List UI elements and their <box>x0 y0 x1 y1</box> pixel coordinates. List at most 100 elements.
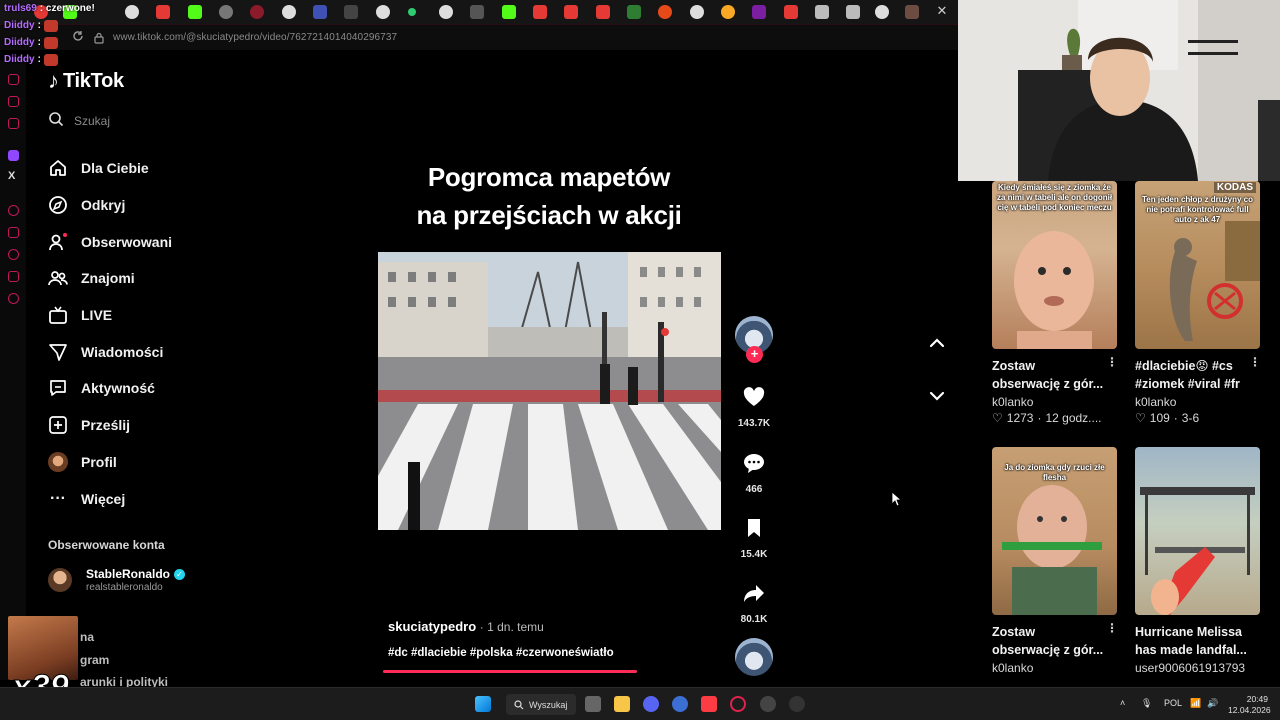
video-thumbnail[interactable]: Ja do ziomka gdy rzuci złe flesha <box>992 447 1117 615</box>
video-thumbnail[interactable]: Ten jeden chłop z drużyny co nie potrafi… <box>1135 181 1260 349</box>
like-button[interactable]: 143.7K <box>734 387 774 429</box>
app-icon[interactable] <box>8 205 19 216</box>
bag-icon[interactable] <box>8 74 19 85</box>
sidebar-item-obserwowani[interactable]: Obserwowani <box>48 223 172 260</box>
app-icon[interactable] <box>8 227 19 238</box>
twitch-icon[interactable] <box>8 150 19 161</box>
recommended-video-user[interactable]: k0lanko <box>1135 395 1261 409</box>
tab-favicon-icon[interactable] <box>502 5 516 19</box>
tab-favicon-icon[interactable] <box>219 5 233 19</box>
tab-favicon-icon[interactable] <box>596 5 610 19</box>
video-author[interactable]: skuciatypedro · 1 dn. temu <box>388 619 544 634</box>
close-icon[interactable]: ✕ <box>934 3 950 21</box>
microphone-icon[interactable]: 🎙 <box>1141 698 1152 709</box>
sidebar-footer-link[interactable]: gram <box>80 653 109 667</box>
tab-favicon-icon[interactable] <box>250 5 264 19</box>
windows-start-icon[interactable] <box>475 696 491 712</box>
tab-favicon-icon[interactable] <box>156 5 170 19</box>
gear-icon[interactable] <box>8 293 19 304</box>
recommended-video-user[interactable]: k0lanko <box>992 661 1118 675</box>
tab-favicon-icon[interactable] <box>627 5 641 19</box>
tab-favicon-icon[interactable] <box>313 5 327 19</box>
music-icon[interactable] <box>701 696 717 712</box>
tab-favicon-icon[interactable] <box>344 5 358 19</box>
tab-favicon-icon[interactable] <box>470 5 484 19</box>
tab-favicon-icon[interactable] <box>408 8 416 16</box>
tab-favicon-icon[interactable] <box>752 5 766 19</box>
sidebar-item-wiadomosci[interactable]: Wiadomości <box>48 333 172 370</box>
sidebar-item-znajomi[interactable]: Znajomi <box>48 260 172 297</box>
tab-favicon-icon[interactable] <box>658 5 672 19</box>
sidebar-footer-link[interactable]: na <box>80 630 94 644</box>
tab-favicon-icon[interactable] <box>533 5 547 19</box>
share-button[interactable]: 80.1K <box>734 583 774 625</box>
search-box[interactable]: Szukaj <box>48 110 208 132</box>
input-language[interactable]: POL <box>1164 698 1182 708</box>
lock-icon[interactable] <box>94 31 104 44</box>
chevron-down-icon[interactable] <box>927 386 947 406</box>
tab-favicon-icon[interactable] <box>721 5 735 19</box>
tab-favicon-icon[interactable] <box>815 5 829 19</box>
tab-favicon-icon[interactable] <box>905 5 919 19</box>
video-thumbnail[interactable] <box>1135 447 1260 615</box>
chat-message: Diiddy: <box>4 17 95 34</box>
video-thumbnail[interactable]: Kiedy śmiałeś się z ziomka że za nimi w … <box>992 181 1117 349</box>
tiktok-logo[interactable]: ♪ TikTok <box>48 68 124 94</box>
tab-favicon-icon[interactable] <box>125 5 139 19</box>
sidebar-item-profil[interactable]: Profil <box>48 444 172 481</box>
recommended-video[interactable]: Ja do ziomka gdy rzuci złe flesha Zostaw… <box>992 447 1118 675</box>
taskbar-search[interactable]: Wyszukaj <box>506 694 576 715</box>
sidebar-item-dla-ciebie[interactable]: Dla Ciebie <box>48 150 172 187</box>
profile-icon <box>48 451 68 472</box>
task-view-icon[interactable] <box>585 696 601 712</box>
sidebar-item-odkryj[interactable]: Odkryj <box>48 187 172 224</box>
more-options-icon[interactable]: ⋮ <box>1106 355 1118 369</box>
sidebar-item-wiecej[interactable]: ··· Więcej <box>48 480 172 517</box>
file-explorer-icon[interactable] <box>614 696 630 712</box>
sound-disc-avatar[interactable] <box>735 638 773 676</box>
video-progress-bar[interactable] <box>383 670 637 673</box>
system-clock[interactable]: 20:49 12.04.2026 <box>1228 694 1271 716</box>
video-player[interactable] <box>378 252 721 530</box>
follow-plus-icon[interactable]: + <box>746 346 763 363</box>
app-icon[interactable] <box>672 696 688 712</box>
search-input[interactable]: Szukaj <box>74 114 110 128</box>
bookmark-button[interactable]: 15.4K <box>734 518 774 560</box>
sidebar-item-aktywnosc[interactable]: Aktywność <box>48 370 172 407</box>
tab-favicon-icon[interactable] <box>784 5 798 19</box>
app-icon[interactable] <box>8 271 19 282</box>
followed-account[interactable]: StableRonaldo ✓ realstableronaldo <box>48 567 186 593</box>
clock-icon[interactable] <box>8 249 19 260</box>
x-icon[interactable]: X <box>8 170 15 182</box>
recommended-video[interactable]: Hurricane Melissa has made landfal... use… <box>1135 447 1261 675</box>
app-icon[interactable] <box>8 118 19 129</box>
tab-favicon-icon[interactable] <box>376 5 390 19</box>
more-options-icon[interactable]: ⋮ <box>1106 621 1118 635</box>
url-field[interactable]: www.tiktok.com/@skuciatypedro/video/7627… <box>113 32 397 43</box>
more-options-icon[interactable]: ⋮ <box>1249 355 1261 369</box>
chevron-up-icon[interactable] <box>927 333 947 353</box>
chevron-up-icon[interactable]: ˄ <box>1120 698 1125 708</box>
sidebar-item-przeslij[interactable]: Prześlij <box>48 407 172 444</box>
comment-button[interactable]: 466 <box>734 453 774 495</box>
tab-favicon-icon[interactable] <box>188 5 202 19</box>
app-icon[interactable] <box>760 696 776 712</box>
recommended-video-user[interactable]: k0lanko <box>992 395 1118 409</box>
recommended-video[interactable]: Ten jeden chłop z drużyny co nie potrafi… <box>1135 181 1261 425</box>
app-icon[interactable] <box>789 696 805 712</box>
wifi-icon[interactable]: 📶 <box>1190 698 1201 709</box>
tab-favicon-icon[interactable] <box>282 5 296 19</box>
opera-icon[interactable] <box>730 696 746 712</box>
tab-favicon-icon[interactable] <box>690 5 704 19</box>
discord-icon[interactable] <box>643 696 659 712</box>
video-hashtags[interactable]: #dc #dlaciebie #polska #czerwoneświatło <box>388 647 614 659</box>
volume-icon[interactable]: 🔊 <box>1207 698 1218 709</box>
recommended-video-user[interactable]: user9006061913793 <box>1135 661 1261 675</box>
recommended-video[interactable]: Kiedy śmiałeś się z ziomka że za nimi w … <box>992 181 1118 425</box>
sidebar-item-live[interactable]: LIVE <box>48 297 172 334</box>
tab-favicon-icon[interactable] <box>875 5 889 19</box>
tab-favicon-icon[interactable] <box>439 5 453 19</box>
tab-favicon-icon[interactable] <box>564 5 578 19</box>
app-icon[interactable] <box>8 96 19 107</box>
tab-favicon-icon[interactable] <box>846 5 860 19</box>
